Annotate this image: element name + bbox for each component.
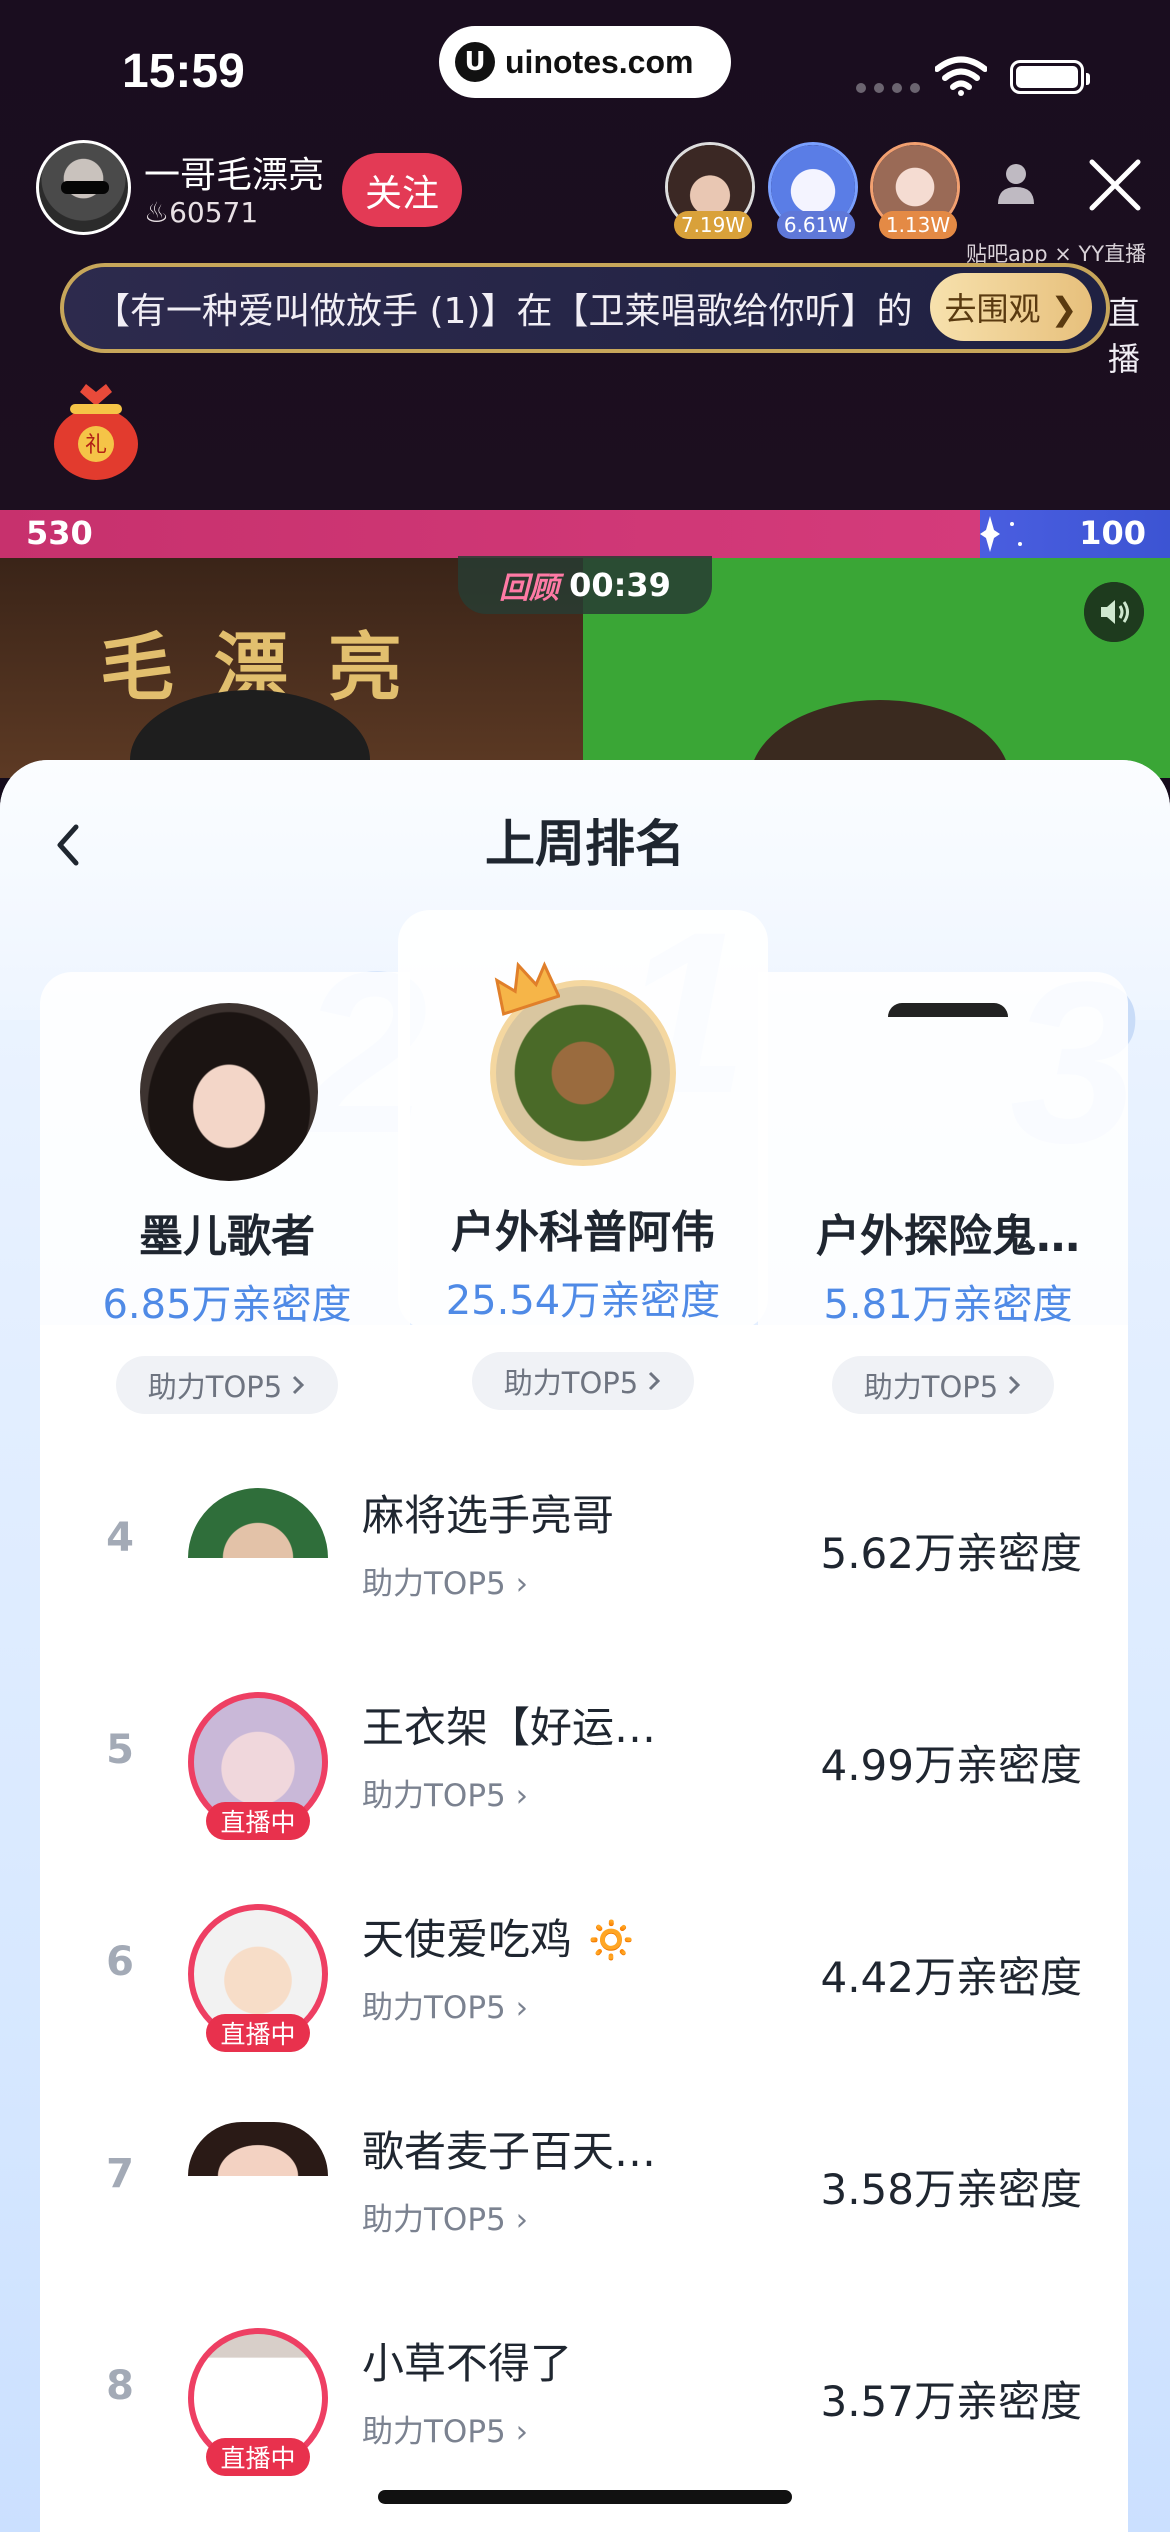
rank-number: 7 xyxy=(106,2151,134,2197)
ranking-row[interactable]: 8 直播中 小草不得了 助力TOP5 › 3.57万亲密度 xyxy=(40,2308,1128,2520)
pk-right-score: 100 xyxy=(1079,514,1146,552)
top-viewer-avatar[interactable]: 1.13W xyxy=(870,142,960,239)
host-name[interactable]: 一哥毛漂亮 xyxy=(144,146,324,198)
top5-label: 助力TOP5 xyxy=(503,1366,639,1400)
podium-name-second[interactable]: 墨儿歌者 xyxy=(57,1200,397,1264)
row-avatar[interactable] xyxy=(188,1488,328,1558)
podium-top5-button[interactable]: 助力TOP5 xyxy=(116,1356,338,1414)
chevron-right-icon xyxy=(293,1375,305,1395)
rank-number: 6 xyxy=(106,1939,134,1985)
top5-label: 助力TOP5 xyxy=(362,1990,506,2026)
chevron-right-icon: › xyxy=(515,1990,529,2026)
gift-bag-label: 礼 xyxy=(85,433,107,458)
chevron-right-icon xyxy=(649,1371,661,1391)
podium-name-third[interactable]: 户外探险鬼… xyxy=(778,1200,1118,1264)
pk-spark-icon xyxy=(980,516,1022,552)
chevron-right-icon xyxy=(1009,1375,1021,1395)
chevron-right-icon: › xyxy=(515,2202,529,2238)
close-icon[interactable] xyxy=(1086,156,1144,214)
host-popularity: ♨60571 xyxy=(144,196,259,229)
ranking-row[interactable]: 7 歌者麦子百天… 助力TOP5 › 3.58万亲密度 xyxy=(40,2096,1128,2308)
row-name[interactable]: 王衣架【好运… xyxy=(362,1694,656,1755)
top5-label: 助力TOP5 xyxy=(362,1778,506,1814)
top-viewer-avatar[interactable]: 7.19W xyxy=(665,142,755,239)
row-avatar[interactable]: 直播中 xyxy=(188,1904,328,2052)
live-badge: 直播中 xyxy=(206,2014,310,2052)
row-value: 4.99万亲密度 xyxy=(820,1741,1082,1790)
chevron-right-icon: › xyxy=(515,1778,529,1814)
ranking-row[interactable]: 6 直播中 天使爱吃鸡 🔅 助力TOP5 › 4.42万亲密度 xyxy=(40,1884,1128,2096)
row-top5-link[interactable]: 助力TOP5 › xyxy=(362,1982,528,2027)
replay-label: 回顾 xyxy=(499,571,560,606)
audience-list-icon[interactable] xyxy=(995,160,1037,208)
viewer-contribution-badge: 6.61W xyxy=(777,211,855,239)
row-avatar[interactable] xyxy=(188,2122,328,2176)
row-value: 3.57万亲密度 xyxy=(820,2377,1082,2426)
row-avatar[interactable]: 直播中 xyxy=(188,2328,328,2476)
chevron-right-icon: › xyxy=(515,2414,529,2450)
podium-value-first: 25.54万亲密度 xyxy=(445,1278,721,1324)
url-pill: U uinotes.com xyxy=(439,26,731,98)
site-logo-icon: U xyxy=(455,42,495,82)
top5-label: 助力TOP5 xyxy=(362,2414,506,2450)
rank-number: 8 xyxy=(106,2363,134,2409)
podium-name-first[interactable]: 户外科普阿伟 xyxy=(413,1196,753,1260)
ranking-row[interactable]: 4 麻将选手亮哥 助力TOP5 › 5.62万亲密度 xyxy=(40,1460,1128,1672)
podium-avatar-second[interactable] xyxy=(140,1003,318,1181)
row-name[interactable]: 天使爱吃鸡 🔅 xyxy=(362,1906,638,1967)
row-top5-link[interactable]: 助力TOP5 › xyxy=(362,1558,528,1603)
battery-icon xyxy=(1010,60,1090,94)
replay-timer[interactable]: 回顾 00:39 xyxy=(458,556,712,614)
top-viewer-avatar[interactable]: 6.61W xyxy=(768,142,858,239)
url-text: uinotes.com xyxy=(505,43,694,80)
podium-value-second: 6.85万亲密度 xyxy=(102,1282,352,1328)
podium-avatar-third[interactable] xyxy=(888,1003,1008,1017)
status-time: 15:59 xyxy=(122,45,245,98)
podium-value-third: 5.81万亲密度 xyxy=(823,1282,1073,1328)
ranking-row[interactable]: 5 直播中 王衣架【好运… 助力TOP5 › 4.99万亲密度 xyxy=(40,1672,1128,1884)
speaker-icon[interactable] xyxy=(1084,582,1144,642)
gift-bag-icon[interactable]: 礼 xyxy=(50,378,142,482)
row-top5-link[interactable]: 助力TOP5 › xyxy=(362,1770,528,1815)
row-name[interactable]: 麻将选手亮哥 xyxy=(362,1482,614,1543)
home-indicator[interactable] xyxy=(378,2490,792,2504)
top5-label: 助力TOP5 xyxy=(362,2202,506,2238)
viewer-contribution-badge: 7.19W xyxy=(674,211,752,239)
row-avatar[interactable]: 直播中 xyxy=(188,1692,328,1840)
chevron-right-icon: › xyxy=(515,1566,529,1602)
row-value: 3.58万亲密度 xyxy=(820,2165,1082,2214)
live-badge: 直播中 xyxy=(206,2438,310,2476)
top5-label: 助力TOP5 xyxy=(863,1370,999,1404)
replay-time: 00:39 xyxy=(569,566,671,604)
row-value: 4.42万亲密度 xyxy=(820,1953,1082,2002)
viewer-contribution-badge: 1.13W xyxy=(879,211,957,239)
podium-top5-button[interactable]: 助力TOP5 xyxy=(472,1352,694,1410)
row-top5-link[interactable]: 助力TOP5 › xyxy=(362,2194,528,2239)
marquee-text: 【有一种爱叫做放手 (1)】在【卫莱唱歌给你听】的 xyxy=(94,291,913,332)
top5-label: 助力TOP5 xyxy=(362,1566,506,1602)
follow-button[interactable]: 关注 xyxy=(342,153,462,227)
row-top5-link[interactable]: 助力TOP5 › xyxy=(362,2406,528,2451)
row-name[interactable]: 歌者麦子百天… xyxy=(362,2118,656,2179)
row-value: 5.62万亲密度 xyxy=(820,1529,1082,1578)
rank-number: 5 xyxy=(106,1727,134,1773)
marquee-side-label: 直播 xyxy=(1108,294,1141,378)
go-watch-button[interactable]: 去围观 ❯ xyxy=(930,273,1092,341)
host-avatar[interactable] xyxy=(36,140,131,235)
pk-left-side: 530 xyxy=(0,510,980,558)
row-name[interactable]: 小草不得了 xyxy=(362,2330,572,2391)
rank-number: 4 xyxy=(106,1515,134,1561)
cellular-signal-icon xyxy=(856,83,920,93)
pk-left-score: 530 xyxy=(26,514,93,552)
live-badge: 直播中 xyxy=(206,1802,310,1840)
podium-top5-button[interactable]: 助力TOP5 xyxy=(832,1356,1054,1414)
crown-icon xyxy=(494,961,560,1016)
top5-label: 助力TOP5 xyxy=(147,1370,283,1404)
panel-title: 上周排名 xyxy=(485,815,685,873)
wifi-icon xyxy=(935,56,987,96)
weekly-ranking-panel: 上周排名 2 1 3 墨儿歌者 6.85万亲密度 助力TOP5 户外科普阿伟 2… xyxy=(0,760,1170,2532)
